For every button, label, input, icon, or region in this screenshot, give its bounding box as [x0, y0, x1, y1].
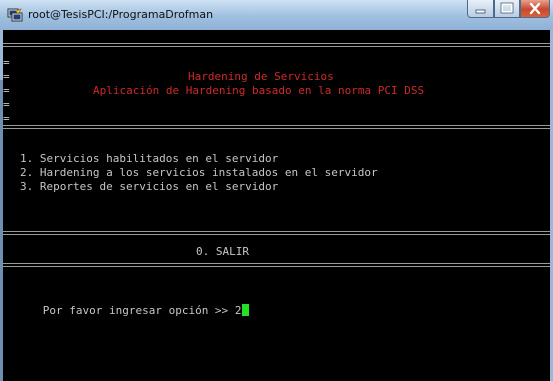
border-mark: =: [3, 70, 10, 83]
header-subtitle: Aplicación de Hardening basado en la nor…: [93, 84, 425, 97]
prompt-text: Por favor ingresar opción >>: [42, 304, 235, 317]
cursor: [242, 304, 250, 316]
putty-icon: [7, 8, 23, 22]
close-icon: [529, 2, 541, 15]
minimize-button[interactable]: [467, 0, 494, 18]
terminal-screen[interactable]: = = = = = Hardening de Servicios Aplicac…: [3, 30, 550, 381]
menu-bottom-rule: [3, 231, 550, 235]
exit-option: 0. SALIR: [196, 245, 249, 258]
maximize-icon: [500, 2, 514, 14]
top-double-rule: [3, 43, 550, 47]
window-title: root@TesisPCI:/ProgramaDrofman: [28, 8, 214, 21]
border-mark: =: [3, 98, 10, 111]
menu-item-1: 1. Servicios habilitados en el servidor: [20, 152, 279, 165]
prompt-line[interactable]: Por favor ingresar opción >> 2: [3, 291, 250, 330]
header-title: Hardening de Servicios: [188, 70, 334, 83]
minimize-icon: [475, 9, 486, 14]
terminal-window: root@TesisPCI:/ProgramaDrofman = = = = =…: [0, 0, 553, 381]
menu-item-3: 3. Reportes de servicios en el servidor: [20, 180, 279, 193]
border-mark: =: [3, 84, 10, 97]
title-bar[interactable]: root@TesisPCI:/ProgramaDrofman: [0, 0, 553, 30]
border-mark: =: [3, 56, 10, 69]
border-mark: =: [3, 112, 10, 125]
maximize-button[interactable]: [494, 0, 520, 18]
header-bottom-rule: [3, 125, 550, 129]
close-button[interactable]: [520, 0, 550, 18]
exit-bottom-rule: [3, 263, 550, 267]
prompt-input[interactable]: 2: [235, 304, 242, 317]
menu-item-2: 2. Hardening a los servicios instalados …: [20, 166, 378, 179]
